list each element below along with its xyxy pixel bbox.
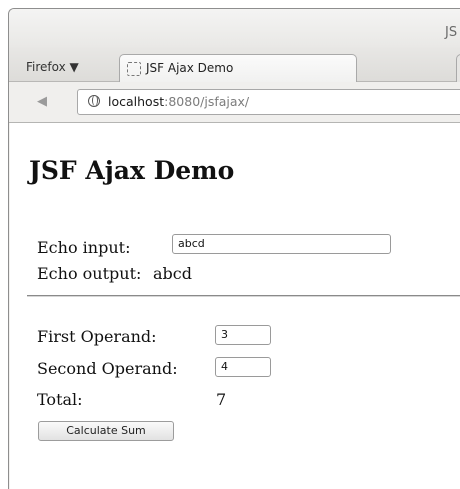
title-bar: JS bbox=[9, 9, 460, 47]
window-title: JS bbox=[445, 25, 458, 40]
browser-window: JS Firefox ▼ JSF Ajax Demo ◀ localhost:8… bbox=[8, 8, 460, 489]
url-host: localhost bbox=[108, 94, 165, 109]
tab-next-edge[interactable] bbox=[456, 54, 460, 82]
second-operand-label: Second Operand: bbox=[37, 359, 178, 378]
url-path: :8080/jsfajax/ bbox=[164, 94, 250, 109]
first-operand-input[interactable]: 3 bbox=[215, 325, 271, 345]
firefox-menu-button[interactable]: Firefox ▼ bbox=[26, 60, 79, 74]
back-arrow-icon[interactable]: ◀ bbox=[37, 94, 47, 109]
echo-output-label: Echo output: bbox=[37, 264, 142, 283]
blank-page-icon bbox=[127, 62, 141, 76]
tab-jsf-ajax-demo[interactable]: JSF Ajax Demo bbox=[119, 54, 357, 82]
echo-output-value: abcd bbox=[153, 264, 192, 283]
echo-input-label: Echo input: bbox=[37, 238, 131, 257]
echo-input-field[interactable]: abcd bbox=[172, 234, 391, 254]
tab-bar: Firefox ▼ JSF Ajax Demo bbox=[9, 47, 460, 82]
navigation-bar: ◀ localhost:8080/jsfajax/ bbox=[9, 82, 460, 123]
calculate-sum-button[interactable]: Calculate Sum bbox=[38, 421, 174, 441]
total-label: Total: bbox=[37, 390, 83, 409]
tab-label: JSF Ajax Demo bbox=[146, 61, 234, 75]
section-divider bbox=[27, 295, 460, 297]
first-operand-label: First Operand: bbox=[37, 327, 157, 346]
second-operand-input[interactable]: 4 bbox=[215, 357, 271, 377]
url-bar[interactable]: localhost:8080/jsfajax/ bbox=[77, 89, 460, 115]
url-text: localhost:8080/jsfajax/ bbox=[108, 94, 249, 109]
globe-icon bbox=[88, 95, 100, 107]
page-title: JSF Ajax Demo bbox=[29, 156, 235, 185]
total-value: 7 bbox=[216, 390, 227, 409]
page-content: JSF Ajax Demo Echo input: abcd Echo outp… bbox=[10, 123, 460, 489]
